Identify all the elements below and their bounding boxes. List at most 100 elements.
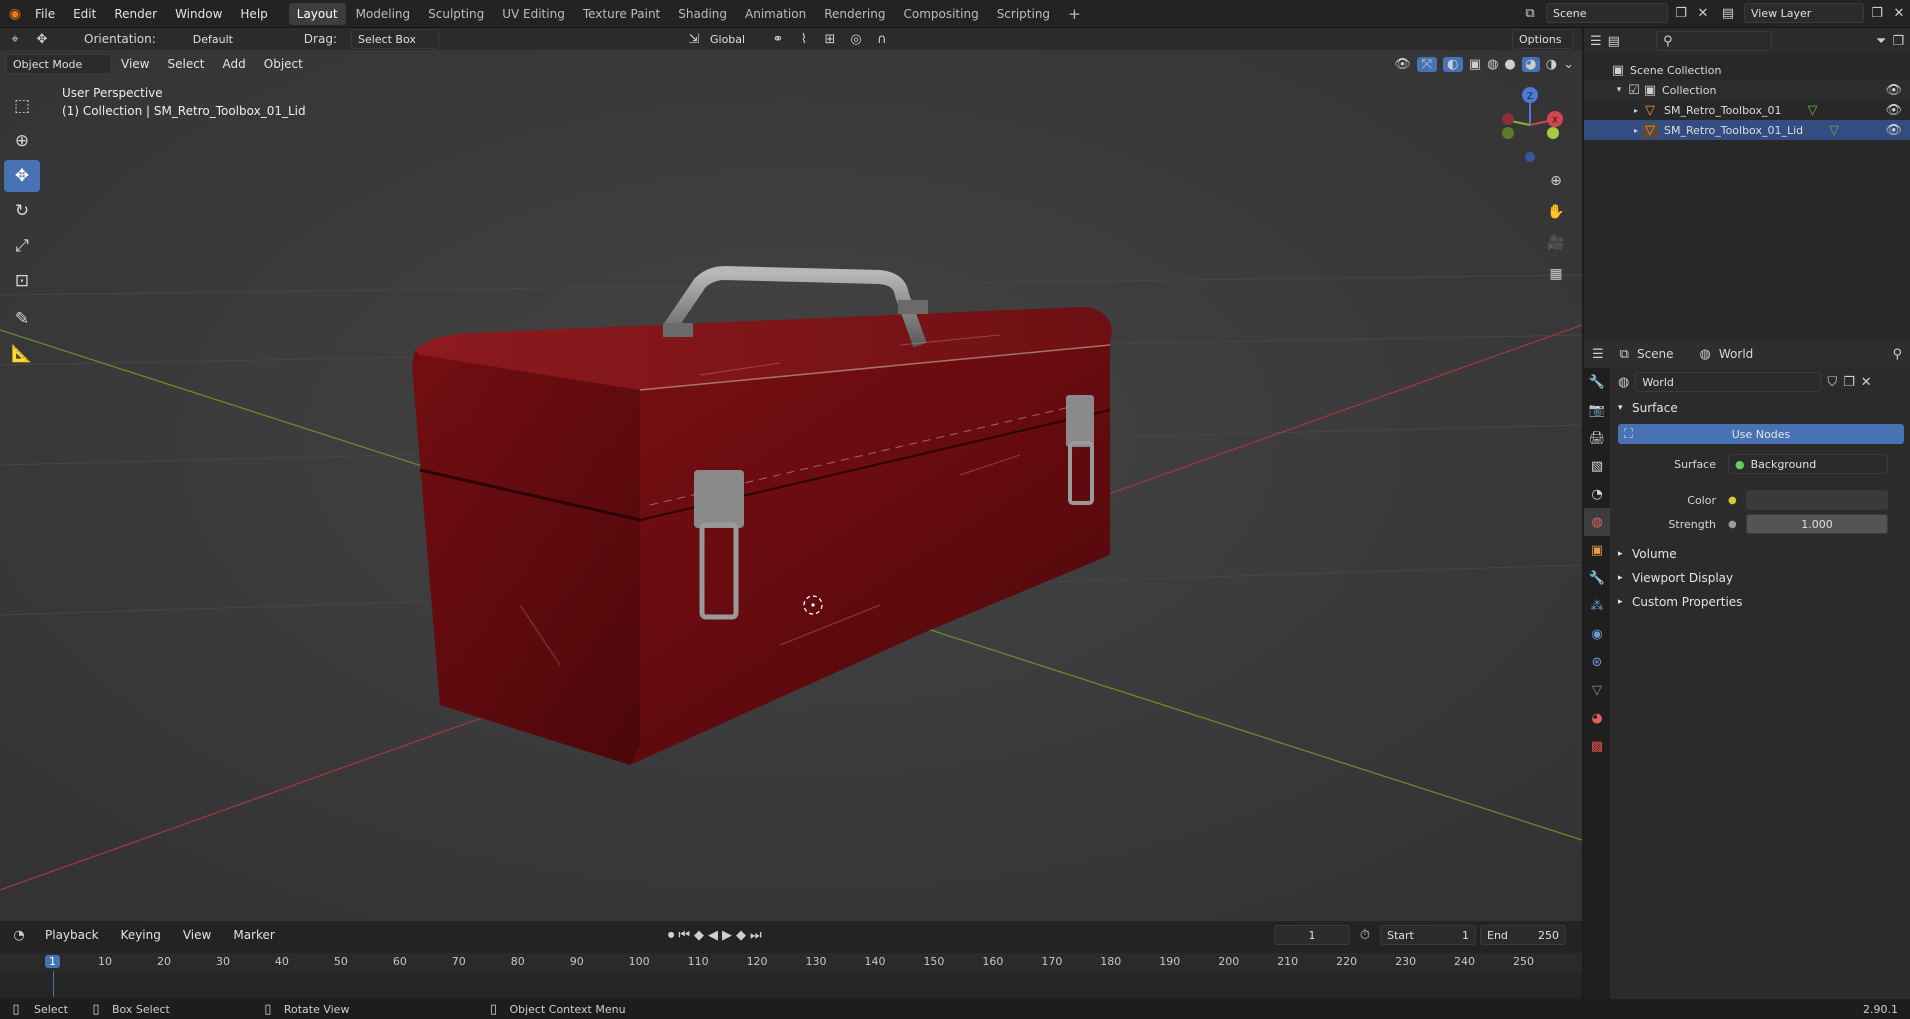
view-layer-tab-icon[interactable]: ▧ <box>1584 452 1610 480</box>
overlay-toggle-icon[interactable]: ◐ <box>1442 56 1463 72</box>
tab-compositing[interactable]: Compositing <box>895 3 986 25</box>
visibility-eye-icon[interactable]: 👁 <box>1885 83 1902 98</box>
outliner-editor-icon[interactable]: ☰ <box>1590 34 1602 49</box>
play-icon[interactable]: ▶ <box>722 928 732 943</box>
scale-tool-icon[interactable]: ⤢ <box>4 230 40 262</box>
fake-user-icon[interactable]: ⛉ <box>1827 375 1837 390</box>
record-icon[interactable]: ⏺ <box>668 928 675 943</box>
jump-end-icon[interactable]: ⏭ <box>750 928 762 943</box>
object-tab-icon[interactable]: ▣ <box>1584 536 1610 564</box>
tab-uv-editing[interactable]: UV Editing <box>494 3 573 25</box>
menu-edit[interactable]: Edit <box>64 0 105 28</box>
texture-tab-icon[interactable]: ▩ <box>1584 732 1610 760</box>
mesh-data-icon[interactable]: ▽ <box>1807 103 1817 118</box>
custom-properties-panel-header[interactable]: ▸ Custom Properties <box>1618 590 1906 614</box>
new-view-layer-icon[interactable]: ❐ <box>1868 6 1886 21</box>
pivot-icon[interactable]: ⚭ <box>765 32 791 47</box>
outliner-scene-collection[interactable]: ▣ Scene Collection <box>1584 60 1910 80</box>
shading-dropdown-icon[interactable]: ⌄ <box>1563 57 1574 72</box>
surface-panel-header[interactable]: ▾ Surface <box>1618 396 1906 420</box>
outliner-object-toolbox-lid[interactable]: ▸ ▽ SM_Retro_Toolbox_01_Lid ▽ 👁 <box>1584 120 1910 140</box>
next-keyframe-icon[interactable]: ◆ <box>736 928 746 943</box>
new-scene-icon[interactable]: ❐ <box>1672 6 1690 21</box>
outliner-search-input[interactable]: ⚲ <box>1655 31 1772 51</box>
editor-type-icon[interactable]: ⌖ <box>0 32 30 47</box>
solid-shading-icon[interactable]: ● <box>1504 57 1515 72</box>
constraints-tab-icon[interactable]: ⊛ <box>1584 648 1610 676</box>
material-shading-icon[interactable]: ◕ <box>1521 56 1540 72</box>
tab-layout[interactable]: Layout <box>288 2 346 25</box>
play-reverse-icon[interactable]: ◀ <box>708 928 718 943</box>
tab-shading[interactable]: Shading <box>670 3 735 25</box>
xray-icon[interactable]: ▣ <box>1469 57 1481 72</box>
transform-tool-icon[interactable]: ⊡ <box>4 265 40 297</box>
filter-icon[interactable]: ⏷ <box>1876 34 1886 49</box>
tab-animation[interactable]: Animation <box>737 3 814 25</box>
annotate-tool-icon[interactable]: ✎ <box>4 303 40 335</box>
options-dropdown[interactable]: Options <box>1512 29 1574 49</box>
falloff-icon[interactable]: ∩ <box>869 32 895 47</box>
view-layer-icon[interactable]: ▤ <box>1716 6 1740 21</box>
snap-target-icon[interactable]: ⊞ <box>817 32 843 47</box>
mode-dropdown[interactable]: Object Mode <box>6 54 112 74</box>
visibility-eye-icon[interactable]: 👁 <box>1885 103 1902 118</box>
expand-arrow-icon[interactable]: ▸ <box>1630 126 1642 135</box>
menu-add[interactable]: Add <box>214 53 255 75</box>
wireframe-shading-icon[interactable]: ◍ <box>1487 57 1498 72</box>
measure-tool-icon[interactable]: 📐 <box>4 338 40 370</box>
timeline-editor-icon[interactable]: ◔ <box>6 928 32 943</box>
use-nodes-button[interactable]: ⛶ Use Nodes <box>1618 424 1904 444</box>
add-workspace-button[interactable]: + <box>1060 3 1089 25</box>
rendered-shading-icon[interactable]: ◑ <box>1546 57 1557 72</box>
tab-rendering[interactable]: Rendering <box>816 3 893 25</box>
keyframe-area[interactable] <box>0 971 1582 997</box>
pin-icon[interactable]: ⚲ <box>1892 347 1902 362</box>
select-tool-icon[interactable]: ⬚ <box>4 90 40 122</box>
breadcrumb-world[interactable]: World <box>1719 347 1753 361</box>
tool-tab-icon[interactable]: 🔧 <box>1584 368 1610 396</box>
prev-keyframe-icon[interactable]: ◆ <box>694 928 704 943</box>
duplicate-icon[interactable]: ❐ <box>1843 375 1855 390</box>
menu-timeline-view[interactable]: View <box>174 924 220 946</box>
menu-object[interactable]: Object <box>255 53 312 75</box>
gizmo-neg-y-icon[interactable] <box>1502 127 1514 139</box>
frame-ruler[interactable]: 1 10 20 30 40 50 60 70 80 90 100 110 120 130 140 150 160… <box>0 953 1582 971</box>
particles-tab-icon[interactable]: ⁂ <box>1584 592 1610 620</box>
tab-sculpting[interactable]: Sculpting <box>420 3 492 25</box>
data-tab-icon[interactable]: ▽ <box>1584 676 1610 704</box>
tab-scripting[interactable]: Scripting <box>989 3 1058 25</box>
scene-tab-icon[interactable]: ◔ <box>1584 480 1610 508</box>
snap-icon[interactable]: ⌇ <box>791 32 817 47</box>
view-layer-field[interactable]: View Layer <box>1744 3 1864 23</box>
surface-shader-field[interactable]: ● Background <box>1728 454 1888 474</box>
transform-orientation-dropdown[interactable]: Global <box>702 29 765 49</box>
blender-logo-icon[interactable]: ◉ <box>4 6 26 22</box>
start-frame-field[interactable]: Start 1 <box>1380 925 1476 945</box>
menu-window[interactable]: Window <box>166 0 231 28</box>
visibility-eye-icon[interactable]: 👁 <box>1885 123 1902 138</box>
gizmo-toggle-icon[interactable]: ⤧ <box>1416 56 1437 72</box>
pan-hand-icon[interactable]: ✋ <box>1543 199 1569 225</box>
breadcrumb-scene[interactable]: Scene <box>1637 347 1674 361</box>
current-frame-field[interactable]: 1 <box>1274 925 1350 945</box>
delete-view-layer-icon[interactable]: ✕ <box>1890 6 1908 21</box>
end-frame-field[interactable]: End 250 <box>1480 925 1566 945</box>
gizmo-y-icon[interactable] <box>1547 127 1559 139</box>
menu-playback[interactable]: Playback <box>36 924 108 946</box>
menu-keying[interactable]: Keying <box>112 924 170 946</box>
world-tab-icon[interactable]: ◍ <box>1584 508 1610 536</box>
checkbox-icon[interactable]: ☑ <box>1626 83 1642 98</box>
menu-help[interactable]: Help <box>231 0 276 28</box>
expand-arrow-icon[interactable]: ▸ <box>1630 106 1642 115</box>
rotate-tool-icon[interactable]: ↻ <box>4 195 40 227</box>
transform-tool-icon[interactable]: ✥ <box>30 32 54 47</box>
cursor-tool-icon[interactable]: ⊕ <box>4 125 40 157</box>
volume-panel-header[interactable]: ▸ Volume <box>1618 542 1906 566</box>
tab-modeling[interactable]: Modeling <box>348 3 419 25</box>
scene-icon[interactable]: ⧉ <box>1518 6 1542 21</box>
physics-tab-icon[interactable]: ◉ <box>1584 620 1610 648</box>
render-tab-icon[interactable]: 📷 <box>1584 396 1610 424</box>
delete-scene-icon[interactable]: ✕ <box>1694 6 1712 21</box>
material-tab-icon[interactable]: ◕ <box>1584 704 1610 732</box>
move-tool-icon[interactable]: ✥ <box>4 160 40 192</box>
